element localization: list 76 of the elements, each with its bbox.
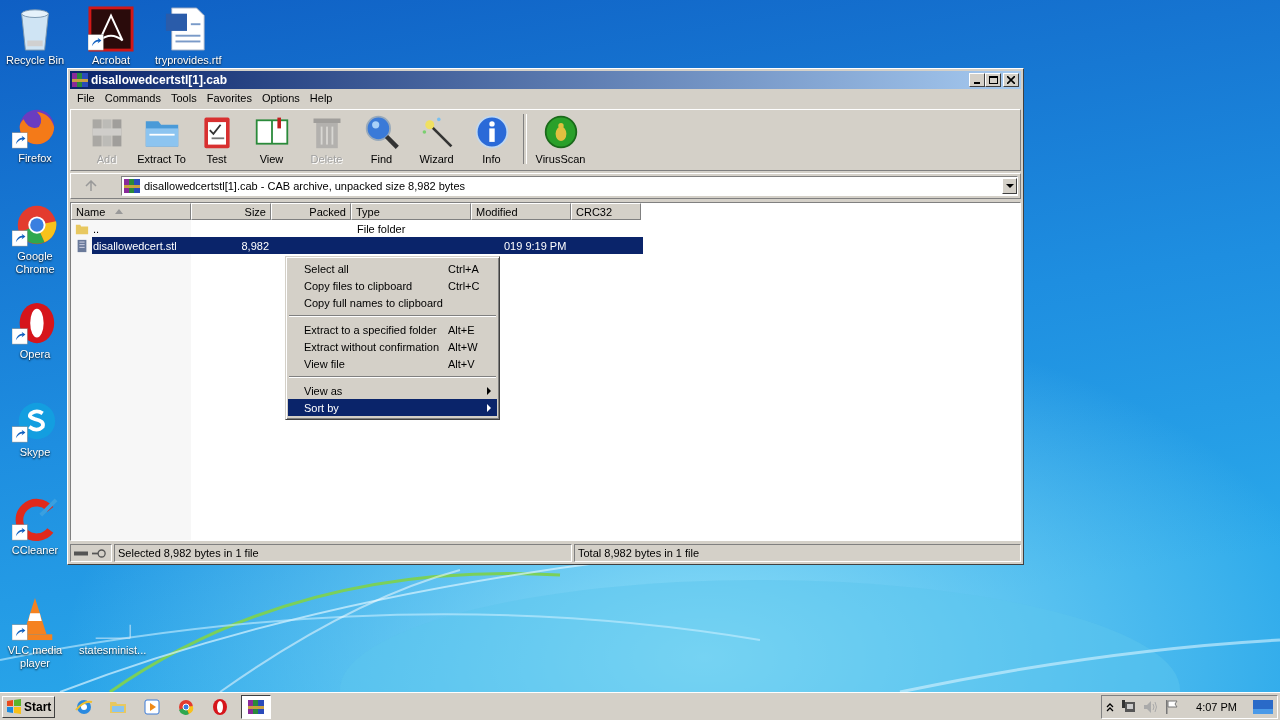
maximize-button[interactable] xyxy=(985,73,1001,87)
maximize-icon xyxy=(988,76,998,84)
globe-icon xyxy=(75,697,94,716)
status-text: Total 8,982 bytes in 1 file xyxy=(574,544,1021,562)
menu-item[interactable]: File xyxy=(72,92,100,104)
menu-item[interactable]: Select all Ctrl+A xyxy=(288,260,497,277)
flag-icon[interactable] xyxy=(1164,698,1181,715)
minimize-button[interactable] xyxy=(969,73,985,87)
info-icon xyxy=(473,114,510,150)
menu-item[interactable]: Extract without confirmation Alt+W xyxy=(288,338,497,355)
menu-item[interactable]: Commands xyxy=(99,92,166,104)
menu-item[interactable]: Copy full names to clipboard xyxy=(288,294,497,311)
brush-icon[interactable] xyxy=(12,496,58,542)
icon-label[interactable]: Recycle Bin xyxy=(5,54,65,67)
clock[interactable]: 4:07 PM xyxy=(1196,700,1237,713)
key-icon xyxy=(92,548,106,558)
start-button[interactable]: Start xyxy=(2,695,56,718)
menu-item[interactable]: Options xyxy=(256,92,305,104)
close-button[interactable] xyxy=(1003,73,1019,87)
column-header[interactable]: Packed xyxy=(271,203,351,220)
arrow-up-icon xyxy=(85,180,97,192)
table-cell: 8,982 xyxy=(241,239,269,252)
search-icon xyxy=(363,114,400,150)
table-row[interactable]: disallowedcert.stl 8,982 019 9:19 PM xyxy=(92,237,643,254)
status-text: Selected 8,982 bytes in 1 file xyxy=(114,544,572,562)
column-header[interactable]: Size xyxy=(191,203,271,220)
ring-logo-icon xyxy=(177,697,196,716)
app-tile-icon[interactable] xyxy=(88,6,134,52)
caret-icon xyxy=(1005,184,1014,188)
table-row[interactable]: .. File folder xyxy=(92,220,643,237)
table-cell-text: 019 9:19 PM xyxy=(503,239,567,252)
toolbar-button[interactable]: Info xyxy=(464,114,519,165)
icon-label[interactable]: Firefox xyxy=(18,152,52,165)
column-header[interactable]: Type xyxy=(351,203,471,220)
toolbar-button[interactable]: Find xyxy=(354,114,409,165)
toolbar-button[interactable]: Wizard xyxy=(409,114,464,165)
taskbar-button[interactable] xyxy=(241,694,272,719)
icon-label[interactable]: Acrobat xyxy=(92,54,130,67)
sort-arrow-icon xyxy=(115,209,124,214)
table-cell: disallowedcert.stl xyxy=(93,239,177,252)
column-header[interactable]: Name xyxy=(71,203,191,220)
file-icon xyxy=(75,238,89,253)
icon-label[interactable]: Google Chrome xyxy=(3,250,67,276)
archive-icon xyxy=(72,72,88,88)
submenu-arrow-icon xyxy=(487,404,491,412)
show-desktop-icon[interactable] xyxy=(1253,698,1273,715)
column-header[interactable]: Modified xyxy=(471,203,571,220)
toolbar-button[interactable]: Test xyxy=(189,114,244,165)
archive-icon xyxy=(247,697,266,716)
toolbar-button[interactable]: View xyxy=(244,114,299,165)
chevron-up-icon[interactable] xyxy=(1106,701,1115,712)
submenu-arrow-icon xyxy=(487,387,491,395)
windows-logo-icon xyxy=(6,698,22,715)
letter-o-logo-icon xyxy=(211,697,230,716)
archive-icon xyxy=(124,178,140,194)
network-icon[interactable] xyxy=(1120,698,1137,715)
column-header[interactable]: CRC32 xyxy=(571,203,641,220)
address-field[interactable]: disallowedcertstl[1].cab - CAB archive, unpacked size 8,982 bytes xyxy=(121,176,1018,196)
toolbar-button[interactable]: Extract To xyxy=(134,114,189,165)
menu-item[interactable]: Copy files to clipboard Ctrl+C xyxy=(288,277,497,294)
menu-item[interactable]: View as xyxy=(288,382,497,399)
menu-item[interactable]: View file Alt+V xyxy=(288,355,497,372)
table-cell: File folder xyxy=(357,222,406,235)
menu-item[interactable]: Extract to a specified folder Alt+E xyxy=(288,321,497,338)
toolbar-button[interactable]: VirusScan xyxy=(533,114,588,165)
icon-label[interactable]: Opera xyxy=(19,348,51,361)
window-title: disallowedcertstl[1].cab xyxy=(91,73,229,87)
menu-item[interactable]: Sort by xyxy=(288,399,497,416)
bug-icon xyxy=(542,114,579,150)
menu-item[interactable]: Favorites xyxy=(201,92,257,104)
dropdown-button[interactable] xyxy=(1002,178,1017,194)
menu-item[interactable]: Tools xyxy=(166,92,202,104)
table-cell: .. xyxy=(93,222,100,235)
menu-item[interactable]: Help xyxy=(304,92,338,104)
close-icon xyxy=(1007,76,1015,84)
play-icon xyxy=(143,697,162,716)
